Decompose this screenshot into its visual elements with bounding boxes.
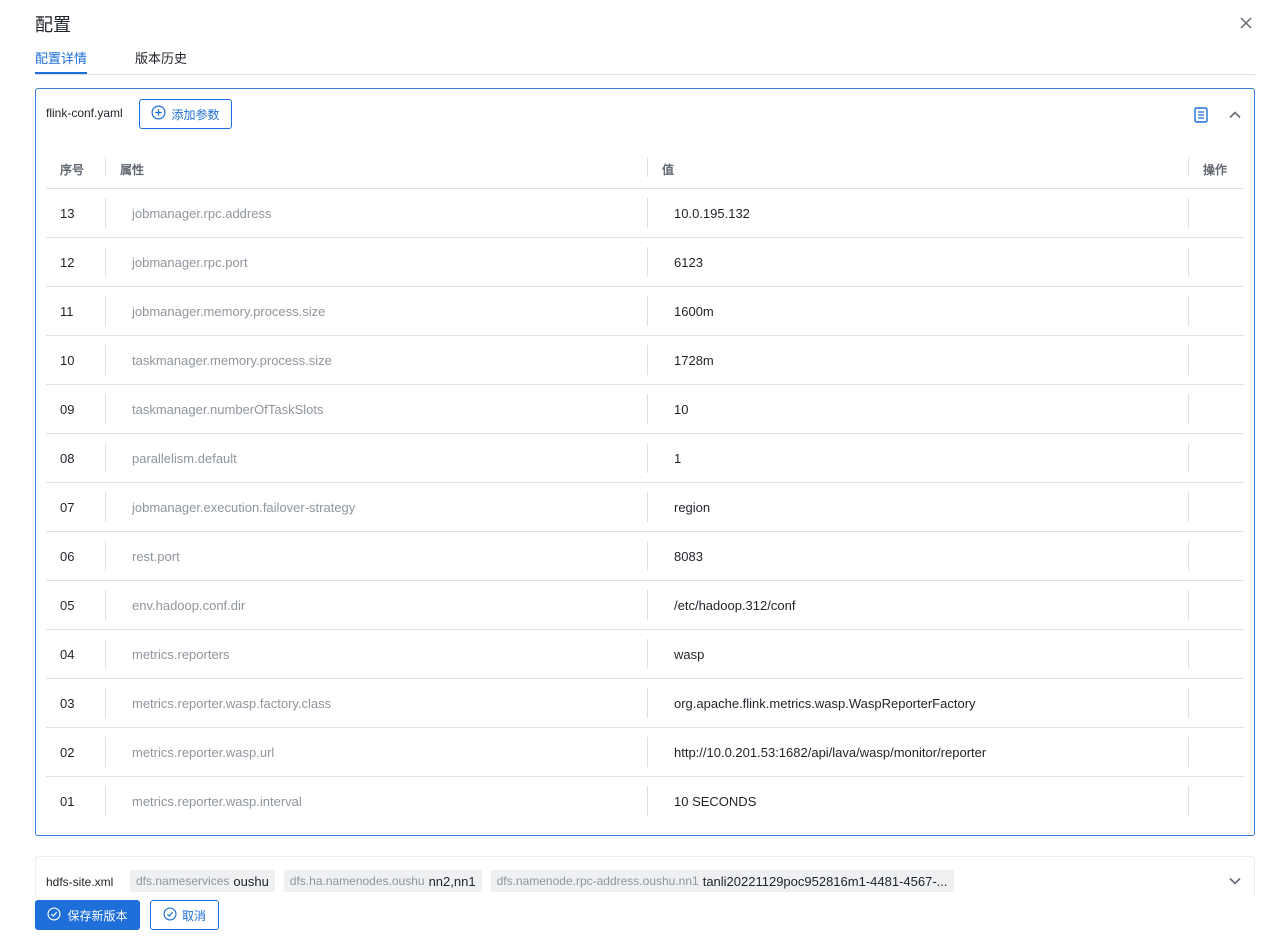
add-param-button[interactable]: 添加参数 bbox=[139, 99, 232, 129]
document-icon[interactable] bbox=[1192, 106, 1210, 124]
col-index: 序号 bbox=[60, 163, 85, 177]
row-index: 07 bbox=[60, 500, 75, 515]
row-value[interactable]: region bbox=[674, 500, 710, 515]
table-row: 05 env.hadoop.conf.dir/etc/hadoop.312/con… bbox=[46, 581, 1244, 630]
table-row: 03 metrics.reporter.wasp.factory.class org… bbox=[46, 679, 1244, 728]
row-value[interactable]: /etc/hadoop.312/conf bbox=[674, 598, 795, 613]
row-property[interactable]: jobmanager.rpc.address bbox=[132, 206, 271, 221]
param-tag: dfs.nameservices oushu bbox=[130, 870, 275, 892]
row-value[interactable]: 8083 bbox=[674, 549, 703, 564]
dialog-title: 配置 bbox=[35, 15, 71, 35]
row-value[interactable]: http://10.0.201.53:1682/api/lava/wasp/mo… bbox=[674, 745, 986, 760]
chevron-up-icon[interactable] bbox=[1226, 106, 1244, 124]
row-index: 02 bbox=[60, 745, 75, 760]
row-value[interactable]: 10 SECONDS bbox=[674, 794, 756, 809]
param-tag-value: tanli20221129poc952816m1-4481-4567-... bbox=[702, 873, 948, 889]
row-index: 10 bbox=[60, 353, 75, 368]
table-row: 04 metrics.reporters wasp bbox=[46, 630, 1244, 679]
row-property[interactable]: taskmanager.memory.process.size bbox=[132, 353, 332, 368]
row-index: 06 bbox=[60, 549, 75, 564]
tab-config-details[interactable]: 配置详情 bbox=[35, 48, 87, 67]
config-panel-flink: flink-conf.yaml 添加参数 序号 属性 值 操作 13 jobman… bbox=[35, 88, 1255, 836]
col-value: 值 bbox=[662, 163, 675, 177]
row-property[interactable]: env.hadoop.conf.dir bbox=[132, 598, 245, 613]
row-property[interactable]: jobmanager.execution.failover-strategy bbox=[132, 500, 355, 515]
param-tag-value: nn2,nn1 bbox=[428, 873, 476, 889]
param-tag: dfs.namenode.rpc-address.oushu.nn1 tanli… bbox=[490, 870, 954, 892]
row-index: 05 bbox=[60, 598, 75, 613]
row-property[interactable]: jobmanager.rpc.port bbox=[132, 255, 248, 270]
chevron-down-icon[interactable] bbox=[1226, 872, 1244, 890]
row-value[interactable]: org.apache.flink.metrics.wasp.WaspReport… bbox=[674, 696, 976, 711]
row-property[interactable]: metrics.reporter.wasp.url bbox=[132, 745, 274, 760]
param-tag-value: oushu bbox=[233, 873, 269, 889]
row-property[interactable]: metrics.reporters bbox=[132, 647, 230, 662]
row-property[interactable]: jobmanager.memory.process.size bbox=[132, 304, 325, 319]
save-new-version-button[interactable]: 保存新版本 bbox=[35, 900, 140, 930]
row-index: 04 bbox=[60, 647, 75, 662]
row-index: 11 bbox=[60, 304, 74, 319]
close-icon[interactable] bbox=[1236, 13, 1256, 33]
row-index: 08 bbox=[60, 451, 75, 466]
param-tag-key: dfs.nameservices bbox=[136, 874, 230, 888]
cancel-button[interactable]: 取消 bbox=[150, 900, 219, 930]
row-value[interactable]: 1 bbox=[674, 451, 681, 466]
save-label: 保存新版本 bbox=[67, 908, 128, 923]
table-row: 09 taskmanager.numberOfTaskSlots 10 bbox=[46, 385, 1244, 434]
dialog-footer: 保存新版本 取消 bbox=[0, 896, 1282, 942]
row-property[interactable]: metrics.reporter.wasp.interval bbox=[132, 794, 302, 809]
row-property[interactable]: rest.port bbox=[132, 549, 180, 564]
row-index: 12 bbox=[60, 255, 75, 270]
config-panel-hdfs[interactable]: hdfs-site.xml dfs.nameservices oushu dfs… bbox=[35, 856, 1255, 896]
tab-version-history[interactable]: 版本历史 bbox=[135, 48, 187, 67]
row-value[interactable]: wasp bbox=[674, 647, 704, 662]
table-header: 序号 属性 值 操作 bbox=[46, 143, 1244, 189]
tab-active-indicator bbox=[35, 72, 87, 74]
col-property: 属性 bbox=[120, 163, 145, 177]
table-row: 02 metrics.reporter.wasp.url http://10.0.2… bbox=[46, 728, 1244, 777]
table-row: 11 jobmanager.memory.process.size 1600m bbox=[46, 287, 1244, 336]
table-body: 13 jobmanager.rpc.address 10.0.195.132 12 jo… bbox=[46, 189, 1244, 826]
row-value[interactable]: 6123 bbox=[674, 255, 703, 270]
check-circle-icon bbox=[47, 906, 62, 924]
check-circle-icon bbox=[163, 906, 177, 924]
row-index: 01 bbox=[60, 794, 75, 809]
row-index: 03 bbox=[60, 696, 75, 711]
table-row: 06 rest.port 8083 bbox=[46, 532, 1244, 581]
param-tag: dfs.ha.namenodes.oushu nn2,nn1 bbox=[283, 870, 482, 892]
table-row: 12 jobmanager.rpc.port 6123 bbox=[46, 238, 1244, 287]
config-table: 序号 属性 值 操作 13 jobmanager.rpc.address 10.0.… bbox=[46, 143, 1244, 826]
row-property[interactable]: parallelism.default bbox=[132, 451, 237, 466]
row-property[interactable]: metrics.reporter.wasp.factory.class bbox=[132, 696, 331, 711]
plus-circle-icon bbox=[151, 105, 166, 123]
param-tags: dfs.nameservices oushu dfs.ha.namenodes.… bbox=[130, 870, 954, 892]
param-tag-key: dfs.namenode.rpc-address.oushu.nn1 bbox=[496, 874, 699, 888]
row-value[interactable]: 1728m bbox=[674, 353, 714, 368]
col-action: 操作 bbox=[1203, 163, 1228, 177]
row-value[interactable]: 10 bbox=[674, 402, 688, 417]
param-tag-key: dfs.ha.namenodes.oushu bbox=[289, 874, 425, 888]
table-row: 07 jobmanager.execution.failover-strategy… bbox=[46, 483, 1244, 532]
row-index: 09 bbox=[60, 402, 75, 417]
cancel-label: 取消 bbox=[181, 908, 206, 923]
table-row: 10 taskmanager.memory.process.size 1728m bbox=[46, 336, 1244, 385]
table-row: 13 jobmanager.rpc.address 10.0.195.132 bbox=[46, 189, 1244, 238]
table-row: 01 metrics.reporter.wasp.interval 10 SECON… bbox=[46, 777, 1244, 826]
table-row: 08 parallelism.default 1 bbox=[46, 434, 1244, 483]
row-value[interactable]: 1600m bbox=[674, 304, 714, 319]
config-file-name: flink-conf.yaml bbox=[46, 106, 123, 120]
row-index: 13 bbox=[60, 206, 75, 221]
row-property[interactable]: taskmanager.numberOfTaskSlots bbox=[132, 402, 323, 417]
config-file-name-hdfs: hdfs-site.xml bbox=[46, 875, 114, 889]
add-param-label: 添加参数 bbox=[171, 107, 220, 122]
tab-bar: 配置详情 版本历史 bbox=[35, 45, 1255, 75]
row-value[interactable]: 10.0.195.132 bbox=[674, 206, 750, 221]
